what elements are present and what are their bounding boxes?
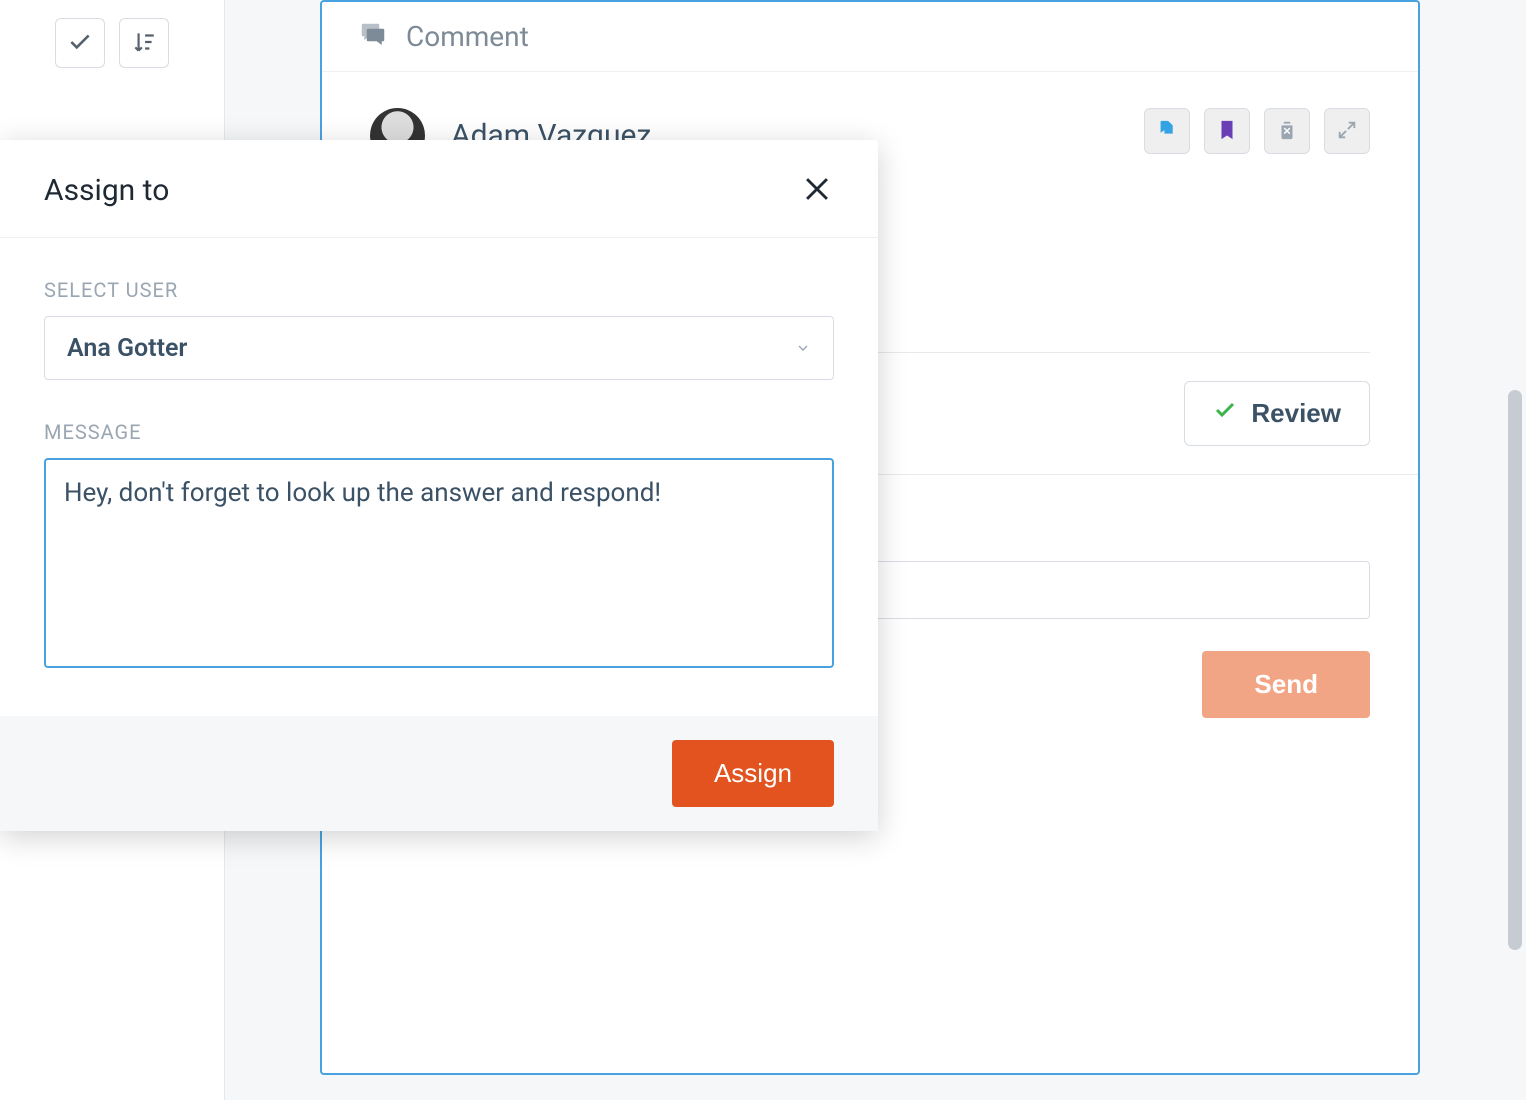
tag-button[interactable]	[1144, 108, 1190, 154]
action-icons	[1144, 108, 1370, 154]
scrollbar-thumb[interactable]	[1508, 390, 1522, 950]
scrollbar-track[interactable]	[1506, 0, 1524, 1100]
message-textarea[interactable]	[44, 458, 834, 668]
modal-header: Assign to	[0, 140, 878, 238]
checkmark-button[interactable]	[55, 18, 105, 68]
checkmark-icon	[67, 29, 93, 58]
close-icon	[800, 194, 834, 209]
assign-modal: Assign to Select user Ana Gotter Message…	[0, 140, 878, 831]
review-button[interactable]: Review	[1184, 381, 1370, 446]
delete-button[interactable]	[1264, 108, 1310, 154]
close-button[interactable]	[800, 172, 834, 209]
comment-icon	[358, 20, 388, 54]
review-label: Review	[1251, 398, 1341, 429]
comment-header: Comment	[322, 2, 1418, 72]
sort-icon	[131, 29, 157, 58]
trash-icon	[1276, 119, 1298, 144]
modal-footer: Assign	[0, 716, 878, 831]
user-select[interactable]: Ana Gotter	[44, 316, 834, 380]
check-icon	[1213, 398, 1237, 429]
chevron-down-icon	[795, 334, 811, 363]
assign-button[interactable]: Assign	[672, 740, 834, 807]
send-button[interactable]: Send	[1202, 651, 1370, 718]
bookmark-icon	[1216, 119, 1238, 144]
select-user-label: Select user	[44, 278, 834, 302]
comment-header-title: Comment	[406, 20, 529, 53]
message-label: Message	[44, 420, 834, 444]
modal-title: Assign to	[44, 173, 169, 208]
sort-button[interactable]	[119, 18, 169, 68]
bookmark-button[interactable]	[1204, 108, 1250, 154]
expand-button[interactable]	[1324, 108, 1370, 154]
tag-icon	[1156, 119, 1178, 144]
modal-body: Select user Ana Gotter Message	[0, 238, 878, 716]
expand-icon	[1336, 119, 1358, 144]
selected-user: Ana Gotter	[67, 334, 187, 363]
